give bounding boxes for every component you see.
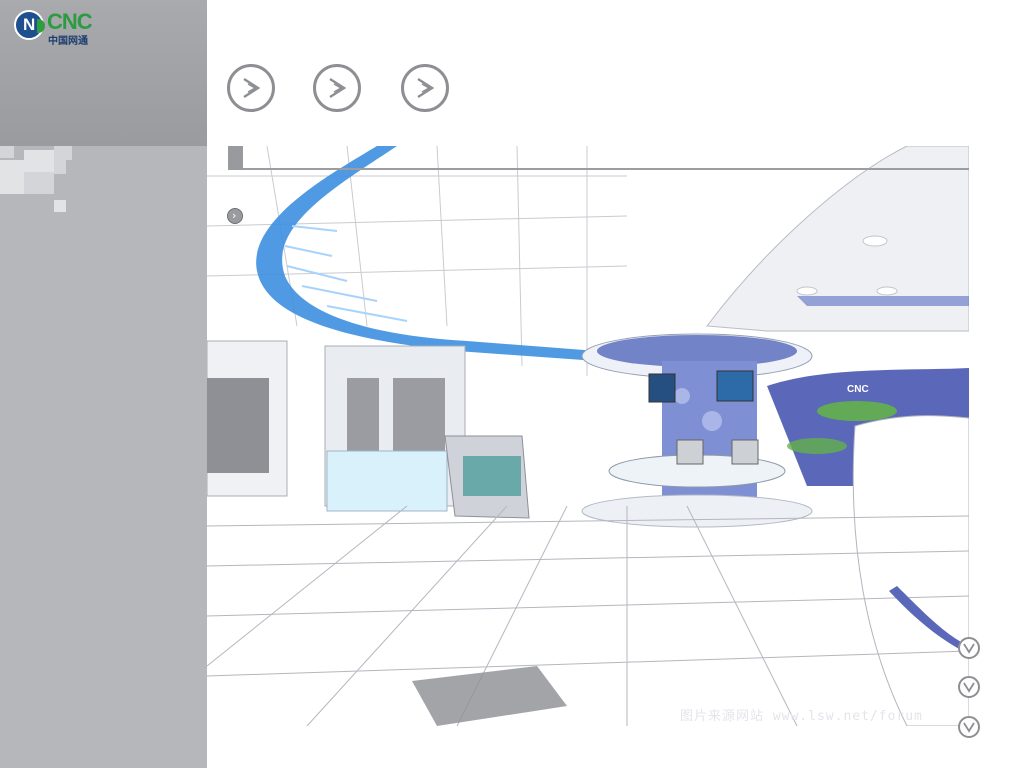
sidebar-header: N CNC 中国网通 — [0, 0, 207, 146]
chevron-down-icon — [963, 722, 975, 733]
watermark-text: 图片来源网站 www.lsw.net/forum — [680, 709, 923, 724]
logo-subtitle: 中国网通 — [48, 36, 88, 47]
exhibition-hall-rendering: CNC — [207, 146, 969, 726]
frame-bar — [228, 146, 243, 170]
play-marker-glyph: › — [232, 209, 237, 222]
pixel-decoration — [24, 150, 54, 172]
cnc-logo-icon: N — [14, 10, 45, 40]
pixel-decoration — [54, 160, 66, 174]
down-button-2[interactable] — [958, 676, 980, 698]
nav-next-button-1[interactable] — [227, 64, 275, 112]
pixel-decoration — [0, 146, 14, 158]
sidebar-body — [0, 146, 207, 768]
play-marker-icon[interactable]: › — [227, 208, 243, 224]
nav-next-button-2[interactable] — [313, 64, 361, 112]
nav-next-button-3[interactable] — [401, 64, 449, 112]
pixel-decoration — [54, 146, 72, 160]
svg-text:CNC: CNC — [847, 384, 869, 395]
frame-line — [243, 168, 969, 170]
down-button-1[interactable] — [958, 637, 980, 659]
down-button-3[interactable] — [958, 716, 980, 738]
pixel-decoration — [54, 200, 66, 212]
pixel-decoration — [24, 172, 54, 194]
chevron-down-icon — [963, 682, 975, 693]
chevron-right-icon — [243, 77, 261, 99]
pixel-decoration — [0, 160, 24, 194]
chevron-right-icon — [417, 77, 435, 99]
chevron-right-icon — [329, 77, 347, 99]
chevron-down-icon — [963, 643, 975, 654]
